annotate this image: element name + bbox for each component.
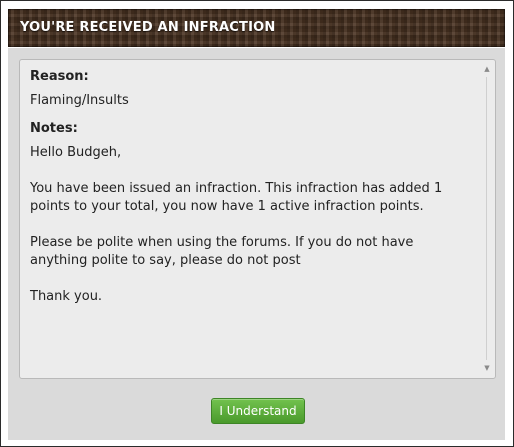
dialog-body: Reason: Flaming/Insults Notes: Hello Bud… [8,48,505,440]
notes-label: Notes: [30,121,78,136]
notes-paragraph-infraction: You have been issued an infraction. This… [30,181,443,214]
i-understand-button[interactable]: I Understand [211,398,305,424]
reason-value: Flaming/Insults [30,93,129,108]
notes-signoff: Thank you. [30,289,103,304]
notes-greeting: Hello Budgeh, [30,145,122,160]
notes-paragraph-polite: Please be polite when using the forums. … [30,235,414,268]
reason-label: Reason: [30,69,89,84]
scroll-up-arrow-icon[interactable]: ▲ [481,63,493,75]
scroll-down-arrow-icon[interactable]: ▼ [481,362,493,374]
infraction-dialog: YOU'RE RECEIVED AN INFRACTION Reason: Fl… [0,0,514,447]
infraction-details-content: Reason: Flaming/Insults Notes: Hello Bud… [30,68,470,306]
dialog-titlebar: YOU'RE RECEIVED AN INFRACTION [8,9,505,47]
infraction-details-panel[interactable]: Reason: Flaming/Insults Notes: Hello Bud… [19,59,496,379]
panel-scrollbar[interactable]: ▲ ▼ [481,63,493,374]
dialog-title: YOU'RE RECEIVED AN INFRACTION [20,20,276,35]
scrollbar-track[interactable] [486,77,487,360]
